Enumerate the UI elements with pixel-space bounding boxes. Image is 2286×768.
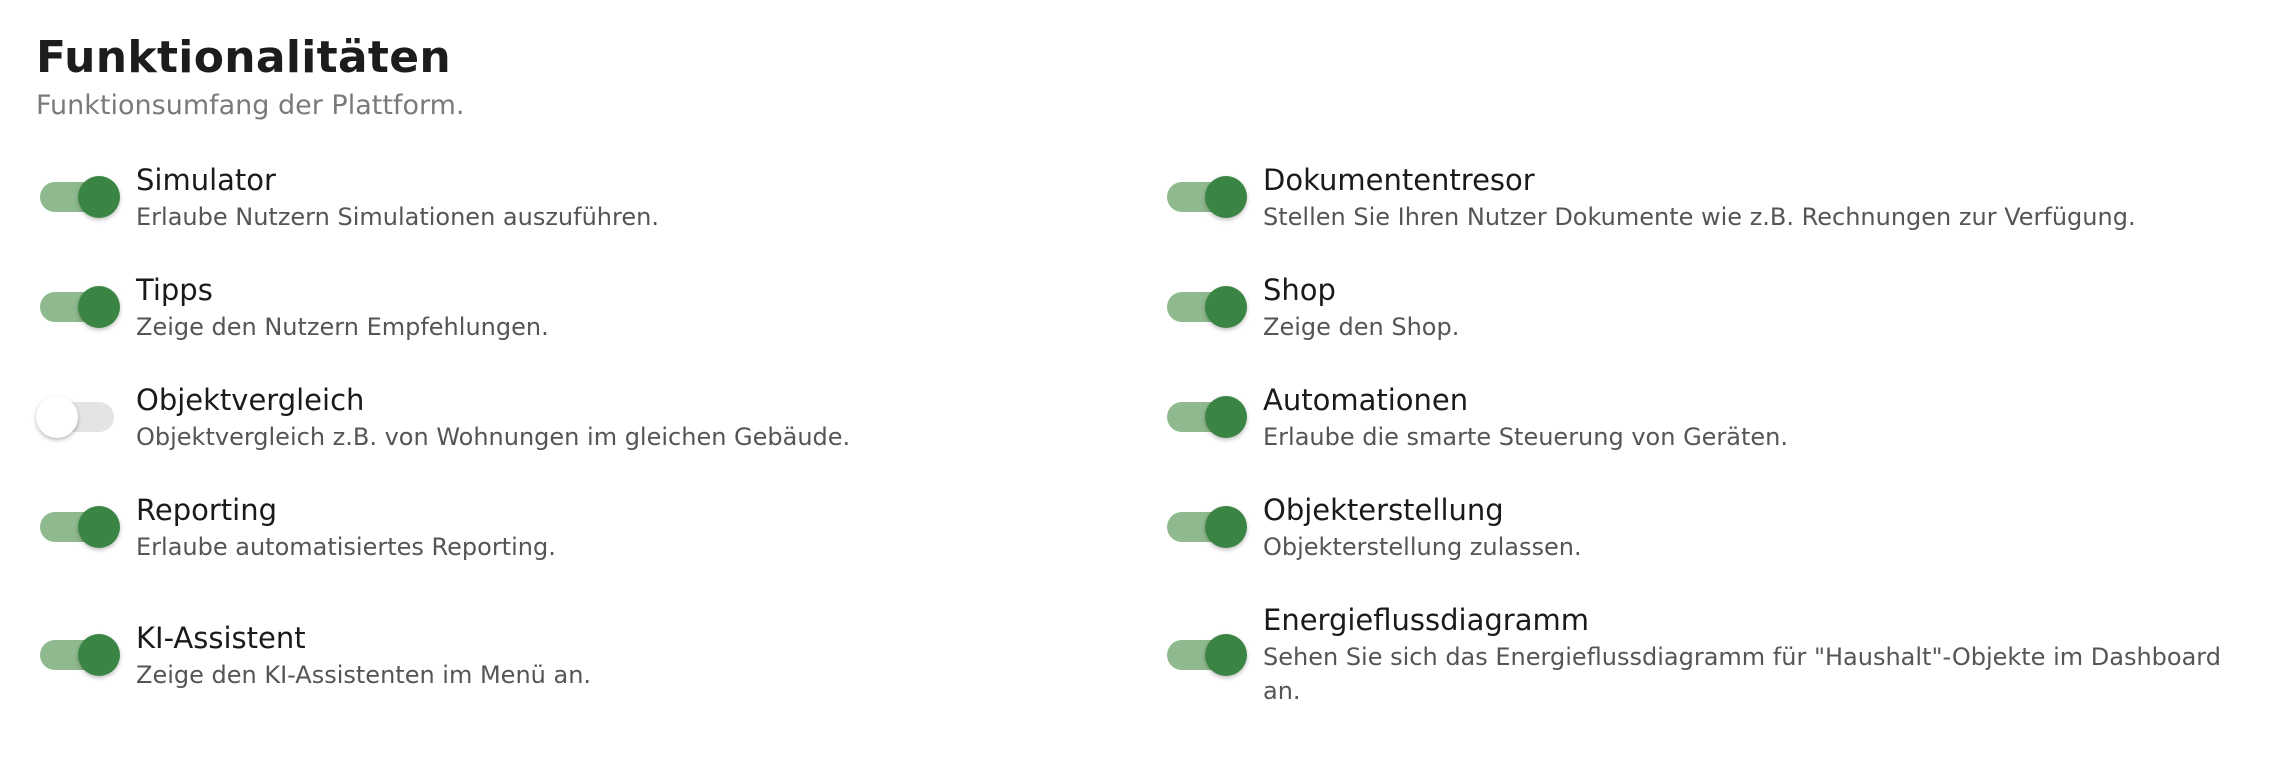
feature-text: Tipps Zeige den Nutzern Empfehlungen. [136, 270, 1116, 344]
toggle-thumb [78, 176, 120, 218]
feature-text: Reporting Erlaube automatisiertes Report… [136, 490, 1116, 564]
feature-text: Energieflussdiagramm Sehen Sie sich das … [1263, 600, 2250, 708]
feature-description: Erlaube automatisiertes Reporting. [136, 533, 556, 561]
feature-name: Energieflussdiagramm [1263, 603, 1589, 637]
objektvergleich-toggle[interactable] [36, 396, 114, 438]
feature-description: Stellen Sie Ihren Nutzer Dokumente wie z… [1263, 203, 2136, 231]
feature-text: Objekterstellung Objekterstellung zulass… [1263, 490, 2250, 564]
feature-name: Automationen [1263, 383, 1469, 417]
feature-description: Zeige den KI-Assistenten im Menü an. [136, 661, 592, 689]
ki-assistent-toggle[interactable] [40, 634, 120, 676]
features-settings-panel: Funktionalitäten Funktionsumfang der Pla… [0, 0, 2286, 768]
toggle-thumb [78, 506, 120, 548]
feature-name: Reporting [136, 493, 277, 527]
objekterstellung-toggle[interactable] [1167, 506, 1247, 548]
feature-name: Objekterstellung [1263, 493, 1504, 527]
toggle-thumb [1205, 396, 1247, 438]
page-title: Funktionalitäten [36, 32, 452, 83]
tipps-toggle[interactable] [40, 286, 120, 328]
feature-text: Objektvergleich Objektvergleich z.B. von… [136, 380, 1116, 454]
feature-name: Tipps [136, 273, 213, 307]
toggle-thumb [78, 634, 120, 676]
shop-toggle[interactable] [1167, 286, 1247, 328]
feature-description: Zeige den Shop. [1263, 313, 1460, 341]
toggle-thumb [1205, 176, 1247, 218]
feature-name: Dokumententresor [1263, 163, 1535, 197]
page-subtitle: Funktionsumfang der Plattform. [36, 90, 465, 121]
feature-text: Dokumententresor Stellen Sie Ihren Nutze… [1263, 160, 2250, 234]
feature-text: Automationen Erlaube die smarte Steuerun… [1263, 380, 2250, 454]
toggle-thumb [36, 396, 78, 438]
feature-name: Objektvergleich [136, 383, 365, 417]
toggle-thumb [1205, 634, 1247, 676]
automationen-toggle[interactable] [1167, 396, 1247, 438]
feature-description: Sehen Sie sich das Energieflussdiagramm … [1263, 643, 2221, 705]
feature-text: Shop Zeige den Shop. [1263, 270, 2250, 344]
toggle-thumb [78, 286, 120, 328]
feature-description: Objektvergleich z.B. von Wohnungen im gl… [136, 423, 851, 451]
reporting-toggle[interactable] [40, 506, 120, 548]
simulator-toggle[interactable] [40, 176, 120, 218]
feature-name: KI-Assistent [136, 621, 306, 655]
feature-description: Zeige den Nutzern Empfehlungen. [136, 313, 549, 341]
feature-text: Simulator Erlaube Nutzern Simulationen a… [136, 160, 1116, 234]
feature-description: Erlaube Nutzern Simulationen auszuführen… [136, 203, 659, 231]
feature-text: KI-Assistent Zeige den KI-Assistenten im… [136, 618, 1116, 692]
feature-description: Objekterstellung zulassen. [1263, 533, 1582, 561]
toggle-thumb [1205, 286, 1247, 328]
energieflussdiagramm-toggle[interactable] [1167, 634, 1247, 676]
feature-name: Simulator [136, 163, 276, 197]
toggle-thumb [1205, 506, 1247, 548]
feature-description: Erlaube die smarte Steuerung von Geräten… [1263, 423, 1789, 451]
feature-name: Shop [1263, 273, 1336, 307]
dokumententresor-toggle[interactable] [1167, 176, 1247, 218]
